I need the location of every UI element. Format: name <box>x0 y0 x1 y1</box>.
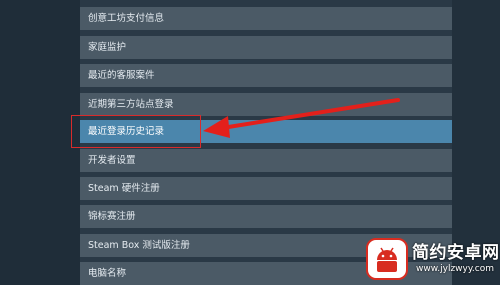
watermark-url: www.jylzwyy.com <box>416 264 494 274</box>
site-watermark: 简约安卓网 www.jylzwyy.com <box>366 236 500 285</box>
menu-item-developer-settings[interactable]: 开发者设置 <box>80 149 452 172</box>
watermark-title: 简约安卓网 <box>412 243 500 263</box>
menu-item-workshop-payment[interactable]: 创意工坊支付信息 <box>80 7 452 30</box>
menu-item-third-party-logins[interactable]: 近期第三方站点登录 <box>80 93 452 116</box>
menu-item-tournament-registration[interactable]: 锦标赛注册 <box>80 205 452 228</box>
menu-item-hardware-registration[interactable]: Steam 硬件注册 <box>80 177 452 200</box>
menu-item-family-view[interactable]: 家庭监护 <box>80 36 452 59</box>
android-robot-icon <box>366 238 408 280</box>
left-panel <box>0 0 80 285</box>
steam-account-details-screen: 创意工坊支付信息 家庭监护 最近的客服案件 近期第三方站点登录 最近登录历史记录… <box>0 0 500 285</box>
menu-item-support-cases[interactable]: 最近的客服案件 <box>80 64 452 87</box>
menu-item-login-history[interactable]: 最近登录历史记录 <box>80 120 452 143</box>
